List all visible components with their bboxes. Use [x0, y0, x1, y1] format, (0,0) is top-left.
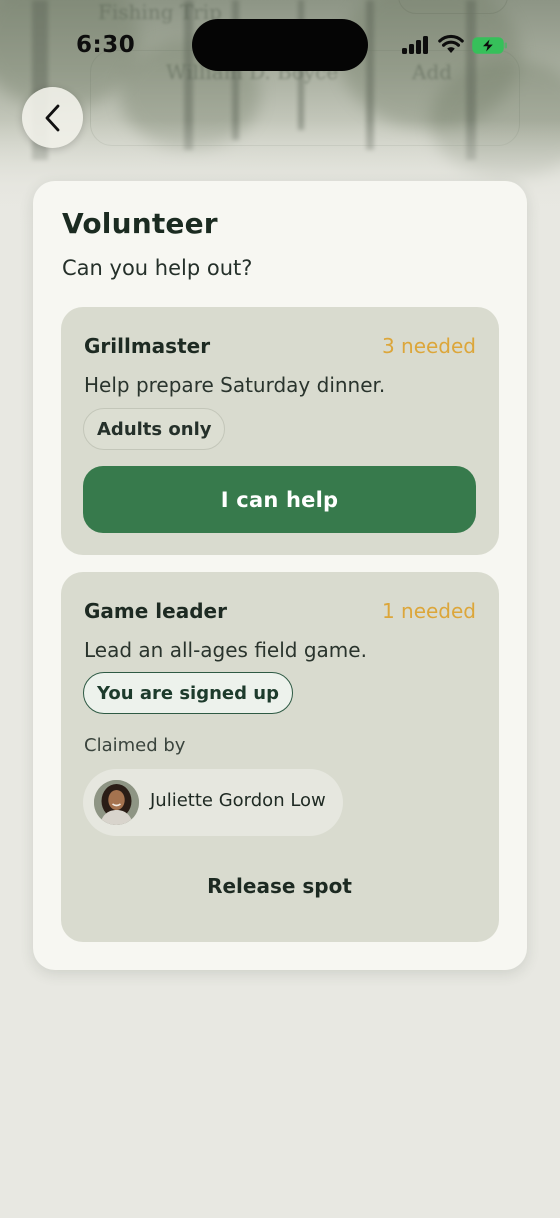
role-name: Game leader [84, 599, 227, 623]
role-card-grillmaster: Grillmaster 3 needed Help prepare Saturd… [61, 307, 499, 555]
claimed-by-person-chip[interactable]: Juliette Gordon Low [83, 769, 343, 836]
volunteer-screen: Fishing Trip William D. Boyce Add 6:30 V… [0, 0, 560, 1218]
chevron-left-icon [45, 104, 59, 131]
role-name: Grillmaster [84, 334, 211, 358]
release-spot-button[interactable]: Release spot [83, 856, 476, 916]
dynamic-island [192, 19, 368, 71]
adults-only-tag: Adults only [83, 408, 226, 450]
back-button[interactable] [22, 87, 83, 148]
status-time: 6:30 [76, 32, 136, 58]
battery-charging-icon [472, 37, 507, 54]
i-can-help-button[interactable]: I can help [83, 466, 476, 533]
signed-up-badge: You are signed up [83, 672, 293, 714]
cellular-signal-icon [402, 36, 430, 54]
role-card-game-leader: Game leader 1 needed Lead an all-ages fi… [61, 572, 499, 942]
role-needed-count: 3 needed [381, 334, 476, 358]
claimed-by-label: Claimed by [84, 735, 186, 756]
volunteer-card: Volunteer Can you help out? Grillmaster … [33, 181, 527, 970]
status-bar: 6:30 [0, 0, 560, 92]
role-needed-count: 1 needed [381, 599, 476, 623]
volunteer-title: Volunteer [62, 207, 218, 240]
wifi-icon [438, 34, 464, 53]
volunteer-subtitle: Can you help out? [62, 256, 253, 280]
avatar [94, 780, 139, 825]
role-description: Help prepare Saturday dinner. [84, 373, 386, 397]
claimed-by-name: Juliette Gordon Low [150, 790, 326, 811]
role-description: Lead an all-ages field game. [84, 638, 367, 662]
